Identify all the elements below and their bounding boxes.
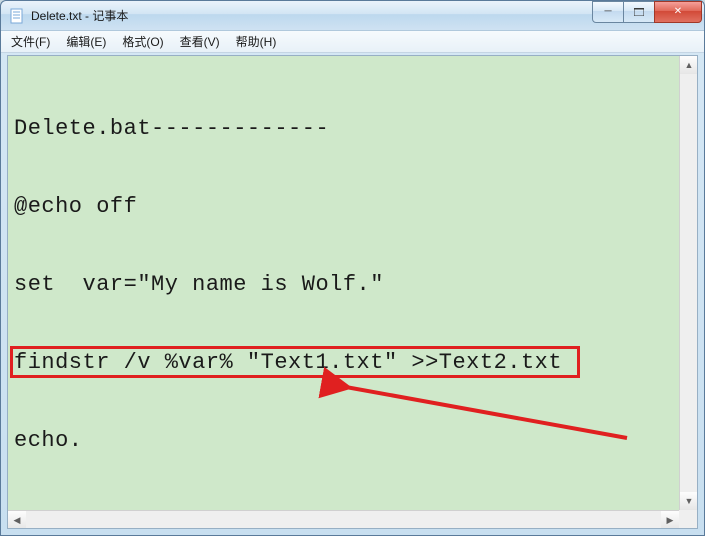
scrollbar-corner bbox=[679, 510, 697, 528]
editor-wrap: Delete.bat------------- @echo off set va… bbox=[7, 55, 698, 529]
maximize-button[interactable] bbox=[623, 1, 655, 23]
scroll-down-button[interactable]: ▼ bbox=[680, 492, 698, 510]
menu-format[interactable]: 格式(O) bbox=[114, 31, 171, 52]
window-controls: ─ ✕ bbox=[593, 1, 704, 23]
code-line: Delete.bat------------- bbox=[14, 116, 687, 142]
code-line: echo. bbox=[14, 428, 687, 454]
scroll-left-button[interactable]: ◀ bbox=[8, 511, 26, 529]
notepad-window: Delete.txt - 记事本 ─ ✕ 文件(F) 编辑(E) 格式(O) 查… bbox=[0, 0, 705, 536]
minimize-button[interactable]: ─ bbox=[592, 1, 624, 23]
menu-help[interactable]: 帮助(H) bbox=[228, 31, 285, 52]
menu-edit[interactable]: 编辑(E) bbox=[58, 31, 114, 52]
maximize-icon bbox=[634, 8, 644, 16]
code-line: set var="My name is Wolf." bbox=[14, 272, 687, 298]
menubar: 文件(F) 编辑(E) 格式(O) 查看(V) 帮助(H) bbox=[1, 31, 704, 53]
code-line-highlighted: findstr /v %var% "Text1.txt" >>Text2.txt bbox=[14, 350, 687, 376]
menu-view[interactable]: 查看(V) bbox=[172, 31, 228, 52]
scroll-up-button[interactable]: ▲ bbox=[680, 56, 698, 74]
code-line: @echo off bbox=[14, 194, 687, 220]
window-title: Delete.txt - 记事本 bbox=[31, 7, 593, 24]
close-button[interactable]: ✕ bbox=[654, 1, 702, 23]
titlebar[interactable]: Delete.txt - 记事本 ─ ✕ bbox=[1, 1, 704, 31]
scroll-right-button[interactable]: ▶ bbox=[661, 511, 679, 529]
menu-file[interactable]: 文件(F) bbox=[3, 31, 58, 52]
vertical-scrollbar[interactable]: ▲ ▼ bbox=[679, 56, 697, 510]
notepad-icon bbox=[9, 8, 25, 24]
horizontal-scrollbar[interactable]: ◀ ▶ bbox=[8, 510, 679, 528]
text-editor[interactable]: Delete.bat------------- @echo off set va… bbox=[8, 56, 697, 528]
